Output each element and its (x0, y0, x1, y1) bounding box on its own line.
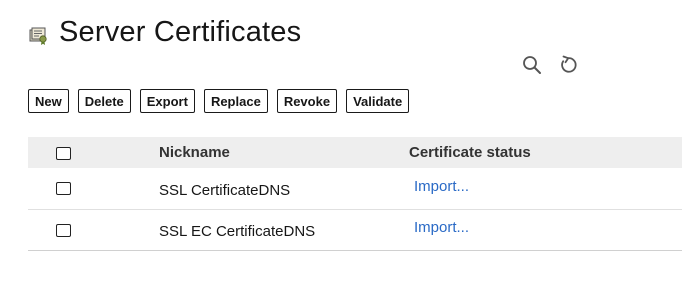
search-icon[interactable] (521, 54, 543, 76)
row-checkbox[interactable] (56, 182, 71, 196)
export-button[interactable]: Export (139, 89, 195, 113)
validate-button[interactable]: Validate (346, 89, 410, 113)
new-button[interactable]: New (28, 89, 69, 113)
row-select-cell (28, 168, 159, 209)
certificate-nickname: SSL EC CertificateDNS (159, 223, 316, 240)
table-header-row: Nickname Certificate status (28, 137, 682, 168)
page-header: Server Certificates (28, 14, 301, 50)
refresh-icon[interactable] (557, 54, 579, 76)
delete-button[interactable]: Delete (77, 89, 131, 113)
nickname-cell: SSL CertificateDNS (159, 168, 409, 209)
import-link[interactable]: Import... (414, 178, 469, 195)
row-checkbox[interactable] (56, 223, 71, 237)
import-link[interactable]: Import... (414, 219, 469, 236)
table-row: SSL EC CertificateDNS Import... (28, 209, 682, 250)
select-all-checkbox[interactable] (56, 146, 71, 160)
replace-button[interactable]: Replace (203, 89, 268, 113)
status-cell: Import... (409, 209, 682, 250)
table-tools (521, 54, 579, 76)
revoke-button[interactable]: Revoke (276, 89, 338, 113)
certificates-table: Nickname Certificate status SSL Certific… (28, 137, 682, 251)
status-cell: Import... (409, 168, 682, 209)
nickname-cell: SSL EC CertificateDNS (159, 209, 409, 250)
certificate-nickname: SSL CertificateDNS (159, 181, 291, 199)
page-title: Server Certificates (59, 16, 302, 48)
select-all-cell (28, 137, 159, 168)
status-column-header[interactable]: Certificate status (409, 137, 682, 168)
table-row: SSL CertificateDNS Import... (28, 168, 682, 209)
row-select-cell (28, 209, 159, 250)
toolbar: New Delete Export Replace Revoke Validat… (28, 89, 410, 113)
nickname-column-header[interactable]: Nickname (159, 137, 409, 168)
certificate-icon (29, 27, 47, 45)
